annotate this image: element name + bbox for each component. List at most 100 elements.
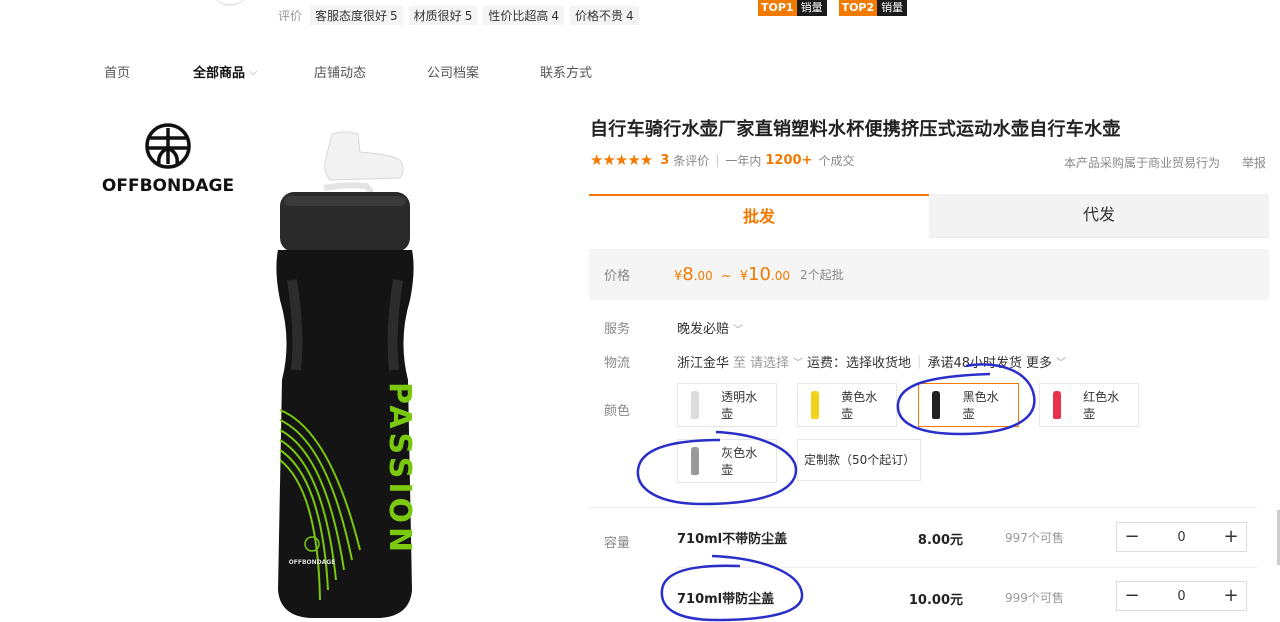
period-label: 一年内 <box>725 153 762 168</box>
price-low: 8 <box>682 264 694 285</box>
capacity-option-stock: 997个可售 <box>1005 531 1064 545</box>
color-option-label: 黑色水壶 <box>962 390 999 421</box>
color-option-custom[interactable]: 定制款（50个起订） <box>797 439 921 481</box>
deal-count: 1200+ <box>765 152 813 168</box>
service-value: 晚发必赔 <box>677 322 730 337</box>
rating-tag-label: 价格不贵 <box>574 9 623 23</box>
bottle-thumb-icon <box>919 391 953 419</box>
badge-rank: TOP2 <box>838 0 878 16</box>
plus-icon[interactable]: + <box>1216 582 1246 610</box>
brand-name: OFFBONDAGE <box>101 176 235 196</box>
deal-label: 个成交 <box>818 153 855 168</box>
divider: | <box>715 153 720 167</box>
shipping-promise: 承诺48小时发货 <box>927 356 1022 371</box>
chevron-down-icon: ⌵ <box>249 64 258 78</box>
nav-home[interactable]: 首页 <box>104 62 193 81</box>
nav-all-products[interactable]: 全部商品 ⌵ <box>193 62 314 82</box>
top2-sales-badge: TOP2 销量 <box>838 0 908 16</box>
rating-tag-label: 材质很好 <box>413 9 462 23</box>
color-option-clear[interactable]: 透明水壶 <box>677 383 777 427</box>
to-label: 至 <box>733 356 747 371</box>
bottle-print-text: PASSION <box>382 382 417 556</box>
bottle-thumb-icon <box>678 391 711 419</box>
color-option-gray[interactable]: 灰色水壶 <box>677 439 777 483</box>
color-option-label: 透明水壶 <box>721 390 758 421</box>
nav-shop-news[interactable]: 店铺动态 <box>314 62 427 81</box>
quantity-value[interactable]: 0 <box>1147 530 1216 545</box>
currency-symbol: ¥ <box>739 269 749 284</box>
price-range: ¥8.00 ~ ¥10.00 <box>674 264 790 285</box>
nav-contact[interactable]: 联系方式 <box>540 62 592 81</box>
plus-icon[interactable]: + <box>1216 523 1246 551</box>
rating-tag-label: 性价比超高 <box>488 9 549 23</box>
price-high: 10 <box>748 264 771 285</box>
capacity-option-name: 710ml带防尘盖 <box>677 592 775 607</box>
tab-wholesale[interactable]: 批发 <box>589 194 929 238</box>
top-badges: TOP1 销量 TOP2 销量 <box>758 0 908 16</box>
quantity-stepper: − 0 + <box>1116 581 1247 611</box>
color-option-black[interactable]: 黑色水壶 <box>918 383 1019 427</box>
quantity-value[interactable]: 0 <box>1147 589 1216 604</box>
rating-tag-score: 4 <box>551 9 559 23</box>
price-label: 价格 <box>604 269 631 284</box>
price-box: 价格 ¥8.00 ~ ¥10.00 2个起批 <box>589 249 1269 300</box>
currency-symbol: ¥ <box>674 269 683 284</box>
freight-info: 运费：选择收货地 <box>807 356 912 371</box>
price-separator: ~ <box>720 269 732 284</box>
rating-tag-score: 4 <box>626 9 634 23</box>
more-link[interactable]: 更多 <box>1026 352 1052 371</box>
review-count[interactable]: 3 <box>660 153 669 168</box>
price-low-decimal: .00 <box>693 269 713 283</box>
color-option-label: 红色水壶 <box>1083 390 1120 421</box>
bottle-thumb-icon <box>798 391 831 419</box>
minus-icon[interactable]: − <box>1117 523 1147 551</box>
origin-city: 浙江金华 <box>677 356 730 371</box>
nav-all-products-label: 全部商品 <box>193 66 246 81</box>
tab-dropship[interactable]: 代发 <box>929 194 1269 238</box>
capacity-option-stock: 999个可售 <box>1005 591 1064 605</box>
service-label: 服务 <box>604 322 631 337</box>
destination-select[interactable]: 请选择 <box>750 352 789 371</box>
rating-tag: 性价比超高 4 <box>483 6 564 25</box>
review-label[interactable]: 条评价 <box>673 152 709 169</box>
rating-tag-score: 5 <box>390 9 398 23</box>
bottle-thumb-icon <box>1040 391 1073 419</box>
shop-avatar[interactable] <box>210 0 250 6</box>
rating-tag-score: 5 <box>464 9 473 23</box>
product-title: 自行车骑行水壶厂家直销塑料水杯便携挤压式运动水壶自行车水壶 <box>590 119 1121 140</box>
rating-tag: 材质很好 5 <box>408 6 478 25</box>
capacity-option-name: 710ml不带防尘盖 <box>677 532 788 547</box>
chevron-down-icon[interactable]: ﹀ <box>1056 354 1066 369</box>
color-option-label: 黄色水壶 <box>841 390 878 421</box>
shop-nav: 首页 全部商品 ⌵ 店铺动态 公司档案 联系方式 <box>104 62 592 82</box>
color-label: 颜色 <box>604 404 631 419</box>
product-image[interactable]: PASSION OFFBONDAGE <box>270 130 420 622</box>
chevron-down-icon[interactable]: ﹀ <box>793 354 803 369</box>
purchase-tabs: 批发 代发 <box>589 194 1269 238</box>
price-high-decimal: .00 <box>770 269 791 283</box>
badge-rank: TOP1 <box>758 0 797 16</box>
divider <box>677 567 1257 568</box>
brand-logo: OFFBONDAGE <box>88 122 248 196</box>
service-dropdown[interactable]: 晚发必赔 ﹀ <box>677 318 743 337</box>
bottle-logo-text: OFFBONDAGE <box>289 559 336 566</box>
minus-icon[interactable]: − <box>1117 582 1147 610</box>
top1-sales-badge: TOP1 销量 <box>758 0 827 16</box>
color-option-red[interactable]: 红色水壶 <box>1039 383 1139 427</box>
nav-company-profile[interactable]: 公司档案 <box>427 62 540 81</box>
bottle-thumb-icon <box>678 447 711 475</box>
rating-tag-label: 客服态度很好 <box>315 9 388 23</box>
trade-note: 本产品采购属于商业贸易行为 <box>1064 156 1221 170</box>
rating-strip: 评价 客服态度很好 5 材质很好 5 性价比超高 4 价格不贵 4 <box>278 6 639 25</box>
logistics-row: 浙江金华 至 请选择 ﹀ 运费：选择收货地 | 承诺48小时发货 更多 ﹀ <box>677 352 1066 371</box>
color-option-label: 灰色水壶 <box>721 446 758 477</box>
color-option-yellow[interactable]: 黄色水壶 <box>797 383 897 427</box>
star-rating-icon: ★★★★★ <box>590 151 653 169</box>
report-link[interactable]: 举报 <box>1242 154 1266 171</box>
stats-right: 本产品采购属于商业贸易行为 举报 <box>1064 154 1266 171</box>
rating-label: 评价 <box>278 9 303 23</box>
rating-tag: 客服态度很好 5 <box>310 6 403 25</box>
chevron-down-icon: ﹀ <box>733 325 744 336</box>
min-order: 2个起批 <box>800 268 844 282</box>
badge-text: 销量 <box>881 1 904 14</box>
